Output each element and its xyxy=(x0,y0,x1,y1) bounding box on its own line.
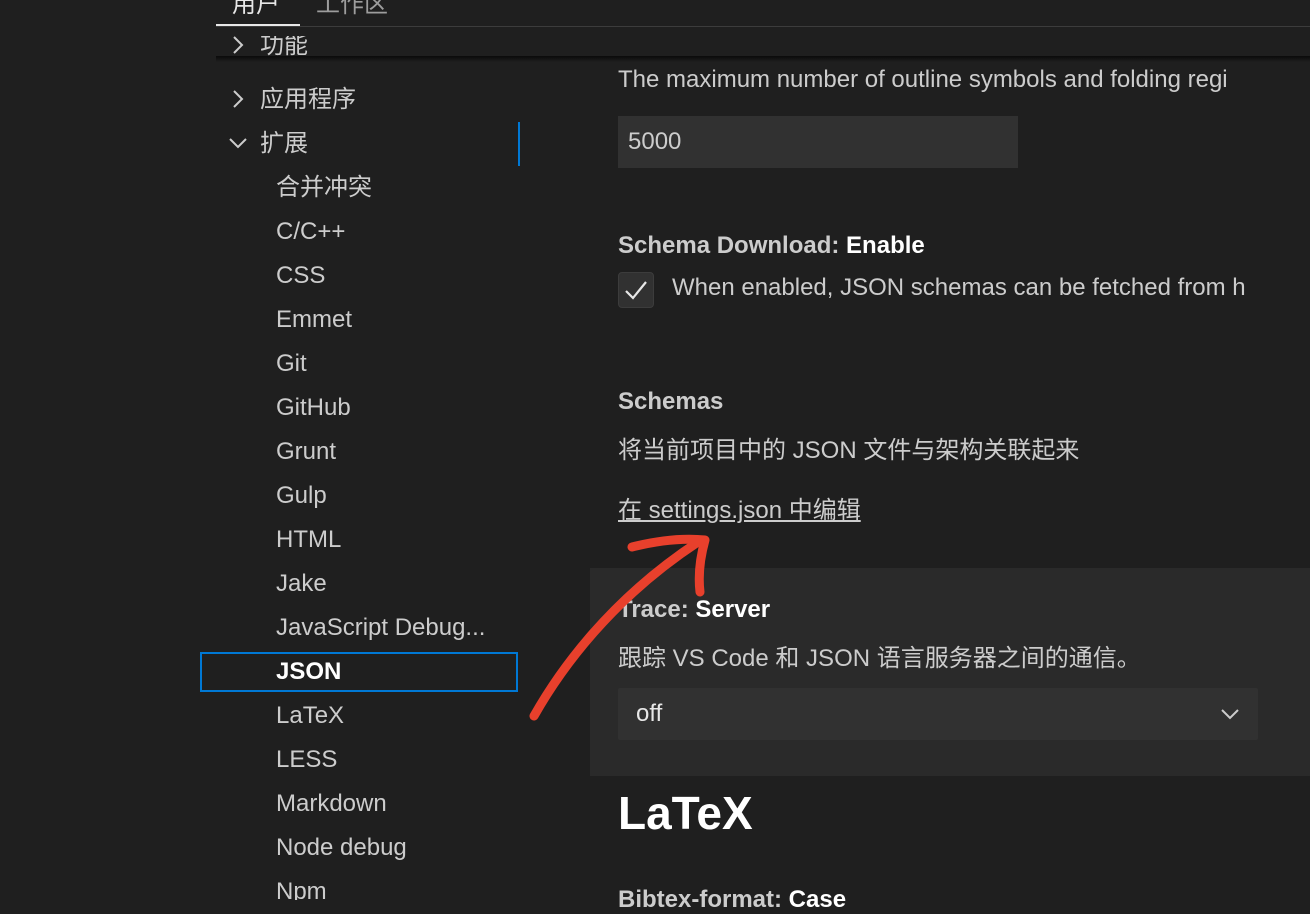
toc-item-label: CSS xyxy=(276,262,326,289)
toc-item[interactable]: JavaScript Debug... xyxy=(200,608,518,648)
toc-item-label: C/C++ xyxy=(276,218,346,245)
schema-download-description: When enabled, JSON schemas can be fetche… xyxy=(672,274,1246,301)
toc-item-label: Node debug xyxy=(276,834,407,861)
toc-item[interactable]: Gulp xyxy=(200,476,518,516)
toc-item[interactable]: 扩展 xyxy=(200,124,518,164)
toc-item[interactable]: Git xyxy=(200,344,518,384)
annotation-arrow xyxy=(529,534,710,721)
toc-item-label: GitHub xyxy=(276,394,351,421)
toc-item[interactable]: LaTeX xyxy=(200,696,518,736)
toc-item[interactable]: Node debug xyxy=(200,828,518,868)
chevron-down-icon xyxy=(229,138,247,149)
settings-toc-tree: 功能 应用程序 扩展 合并冲突 C/C++ CSS Emmet Git GitHub Grunt G… xyxy=(200,36,520,900)
edit-in-settings-json-link[interactable]: 在 settings.json 中编辑 xyxy=(618,490,861,525)
schemas-title: Schemas xyxy=(618,388,724,415)
toc-item-label: Grunt xyxy=(276,438,337,465)
tab-user[interactable]: 用户 xyxy=(232,0,280,19)
toc-item[interactable]: 合并冲突 xyxy=(200,168,518,208)
toc-item-label: Emmet xyxy=(276,306,353,333)
toc-item[interactable]: 应用程序 xyxy=(200,80,518,120)
toc-item[interactable]: LESS xyxy=(200,740,518,780)
toc-item-label: JSON xyxy=(276,658,342,685)
schema-download-checkbox[interactable] xyxy=(618,272,654,308)
toc-item-label: Jake xyxy=(276,570,327,597)
settings-scope-tabs: 用户 工作区 xyxy=(0,0,1310,28)
tab-workspace[interactable]: 工作区 xyxy=(316,0,388,19)
tabs-divider xyxy=(216,26,1310,27)
toc-item[interactable]: JSON xyxy=(200,652,518,692)
toc-item-label: Gulp xyxy=(276,482,327,509)
bibtex-format-title: Bibtex-format: Case xyxy=(618,886,847,913)
chevron-down-icon xyxy=(1221,709,1239,720)
check-icon xyxy=(625,281,647,300)
toc-item-label: 应用程序 xyxy=(260,86,356,113)
toc-item-label: Markdown xyxy=(276,790,387,817)
toc-item-label: Npm xyxy=(276,878,327,900)
latex-section-title: LaTeX xyxy=(618,787,753,839)
max-items-description: The maximum number of outline symbols an… xyxy=(618,66,1228,93)
toc-item-label: HTML xyxy=(276,526,342,553)
toc-item[interactable]: Emmet xyxy=(200,300,518,340)
toc-item[interactable]: C/C++ xyxy=(200,212,518,252)
toc-item[interactable]: HTML xyxy=(200,520,518,560)
schema-download-name: Enable xyxy=(846,232,925,259)
toc-item[interactable]: CSS xyxy=(200,256,518,296)
toc-item-label: LESS xyxy=(276,746,338,773)
chevron-right-icon xyxy=(233,90,244,108)
schemas-description: 将当前项目中的 JSON 文件与架构关联起来 xyxy=(618,437,1080,464)
toc-item-label: JavaScript Debug... xyxy=(276,614,486,641)
toc-item-label: LaTeX xyxy=(276,702,345,729)
settings-list: The maximum number of outline symbols an… xyxy=(590,30,1310,913)
toc-item[interactable]: Npm xyxy=(200,872,518,900)
max-items-input[interactable] xyxy=(618,116,1018,168)
toc-item-label: 合并冲突 xyxy=(276,174,372,201)
toc-scroll-indicator xyxy=(518,122,520,166)
toc-item-label: 扩展 xyxy=(260,130,308,157)
toc-item[interactable]: Jake xyxy=(200,564,518,604)
toc-item-label: Git xyxy=(276,350,307,377)
bibtex-format-name: Case xyxy=(788,886,847,913)
toc-item[interactable]: Markdown xyxy=(200,784,518,824)
toc-item[interactable]: GitHub xyxy=(200,388,518,428)
toc-item[interactable]: Grunt xyxy=(200,432,518,472)
schema-download-title: Schema Download: Enable xyxy=(618,232,925,259)
